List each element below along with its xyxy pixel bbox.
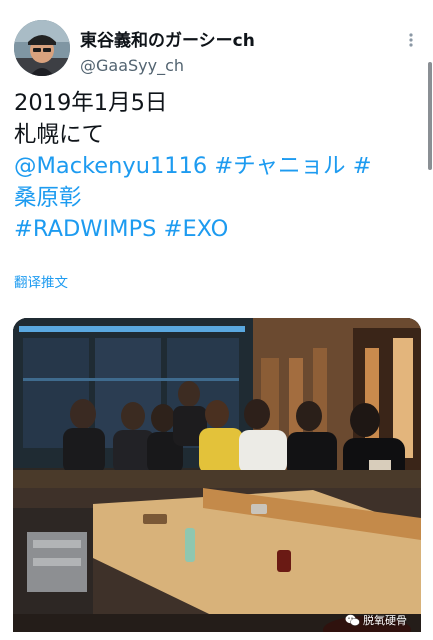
tweet-tags-line-2: 桑原彰 [14,183,414,215]
author-display-name[interactable]: 東谷義和のガーシーch [80,26,255,51]
hashtag-radwimps-link[interactable]: #RADWIMPS [14,216,156,242]
tweet-date-line: 2019年1月5日 [14,90,168,116]
hashtag-chanyeol-link[interactable]: #チャニョル [214,153,345,179]
restaurant-group-photo [13,318,421,640]
hashtag-kuwabara-hash[interactable]: # [353,153,372,179]
tweet-location-line: 札幌にて [14,121,105,148]
mention-link[interactable]: @Mackenyu1116 [14,153,207,179]
tweet-tags-line-3: #RADWIMPS #EXO [14,214,414,246]
author-avatar[interactable] [14,20,70,76]
partial-next-line [0,632,433,640]
author-handle[interactable]: @GaaSyy_ch [80,56,184,75]
hashtag-exo-link[interactable]: #EXO [164,216,229,242]
tweet-tags-line-1: @Mackenyu1116 #チャニョル # [14,151,414,183]
tweet-text: 2019年1月5日 札幌にて @Mackenyu1116 #チャニョル # 桑原… [14,88,414,246]
hashtag-kuwabara-link[interactable]: 桑原彰 [14,185,82,211]
profile-photo-icon [14,20,70,76]
tweet-photo[interactable]: 脱氧硬骨 [13,318,421,640]
scrollbar-thumb[interactable] [428,62,432,170]
tweet-screen: 東谷義和のガーシーch @GaaSyy_ch 2019年1月5日 札幌にて @M… [0,0,433,640]
more-options-button[interactable] [402,30,420,50]
translate-tweet-link[interactable]: 翻译推文 [14,271,68,291]
wechat-icon [345,614,360,626]
watermark-text: 脱氧硬骨 [363,614,407,627]
photo-watermark: 脱氧硬骨 [345,612,407,628]
more-vertical-icon [409,33,413,47]
